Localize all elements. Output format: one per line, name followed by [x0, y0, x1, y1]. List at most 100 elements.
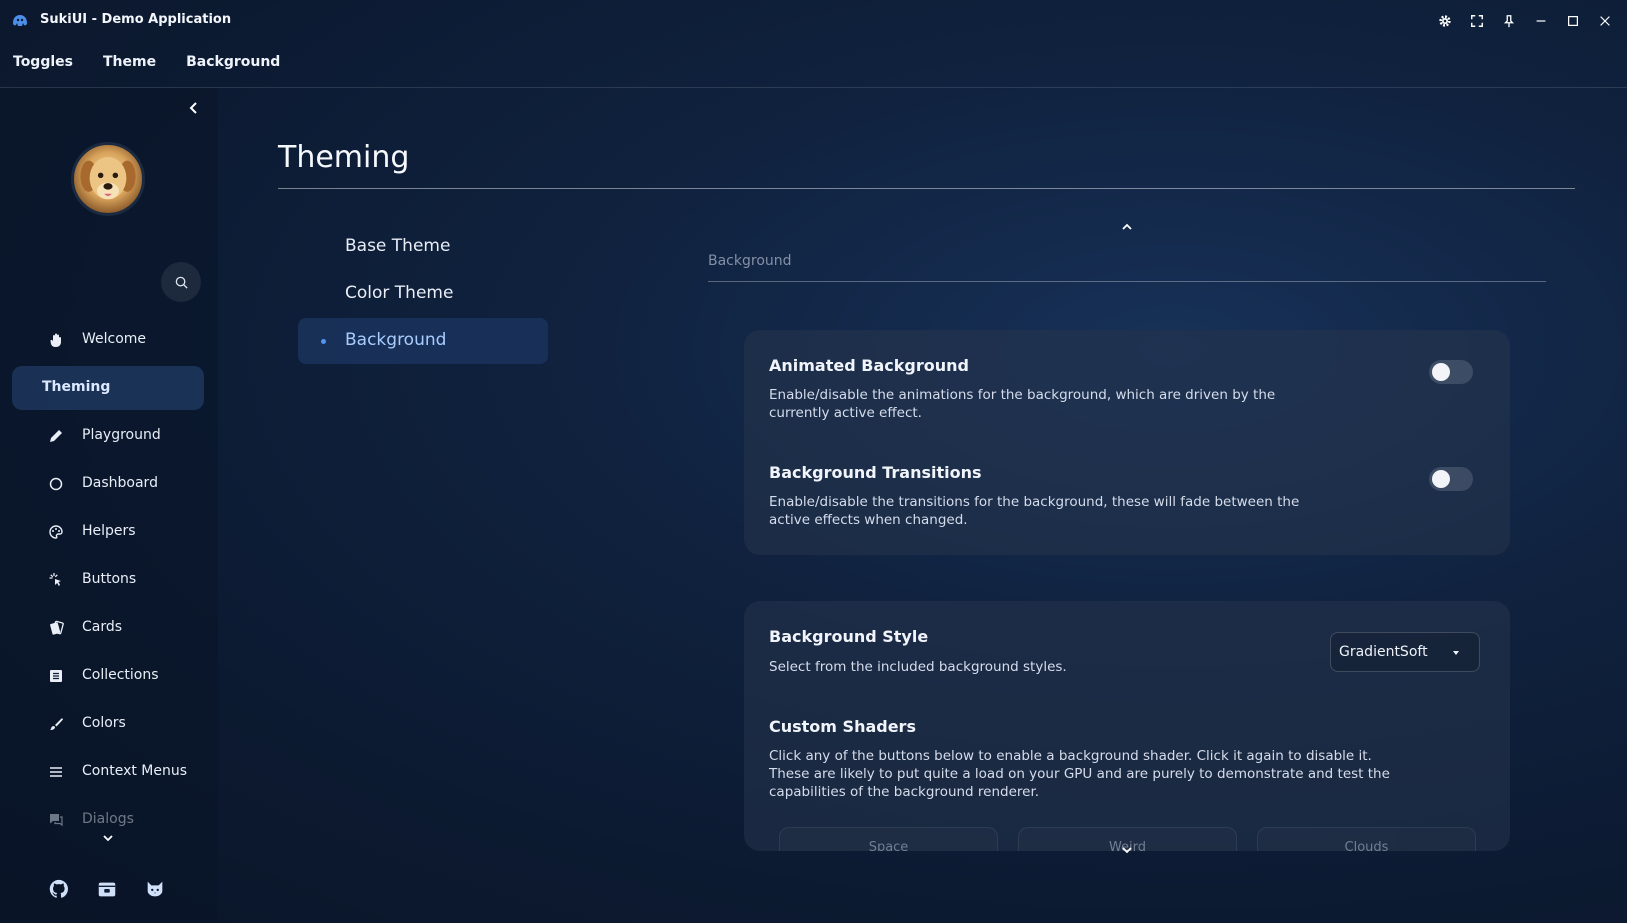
- menu-toggles[interactable]: Toggles: [0, 48, 88, 80]
- dog-avatar-icon: [80, 156, 136, 200]
- content-scroll-down-button[interactable]: [1119, 842, 1135, 858]
- window-title: SukiUI - Demo Application: [40, 12, 232, 27]
- title-divider: [278, 188, 1575, 189]
- sidebar-item-label: Context Menus: [82, 763, 188, 779]
- shader-space-button[interactable]: Space: [779, 827, 998, 851]
- pin-button[interactable]: [1493, 8, 1525, 34]
- sidebar-footer: [48, 878, 166, 900]
- shader-button-label: Clouds: [1344, 840, 1389, 851]
- sidebar: Welcome Theming Playground Dashboard Hel…: [0, 88, 218, 920]
- list-icon: [50, 670, 62, 682]
- sidebar-item-label: Collections: [82, 667, 159, 683]
- background-transitions-toggle[interactable]: [1429, 467, 1473, 491]
- brush-icon: [50, 718, 63, 730]
- close-icon: [1600, 16, 1610, 26]
- palette-icon: [49, 525, 63, 539]
- subnav-item-base-theme[interactable]: Base Theme: [298, 224, 548, 270]
- section-label: Background: [708, 253, 792, 269]
- subnav-item-label: Color Theme: [345, 283, 454, 303]
- chat-icon: [50, 814, 63, 827]
- sidebar-item-collections[interactable]: Collections: [12, 654, 204, 698]
- maximize-button[interactable]: [1557, 8, 1589, 34]
- settings-button[interactable]: [1429, 8, 1461, 34]
- sidebar-item-label: Buttons: [82, 571, 137, 587]
- sidebar-item-label: Welcome: [82, 331, 147, 347]
- shader-button-label: Space: [868, 840, 909, 851]
- background-style-title: Background Style: [769, 627, 929, 646]
- shader-clouds-button[interactable]: Clouds: [1257, 827, 1476, 851]
- sidebar-item-label: Playground: [82, 427, 161, 443]
- sidebar-item-helpers[interactable]: Helpers: [12, 510, 204, 554]
- sidebar-item-buttons[interactable]: Buttons: [12, 558, 204, 602]
- hand-icon: [50, 333, 61, 347]
- toggle-knob: [1432, 363, 1450, 381]
- circle-icon: [49, 477, 63, 491]
- window-controls: [1429, 8, 1621, 34]
- background-style-description: Select from the included background styl…: [769, 659, 1067, 675]
- sidebar-item-cards[interactable]: Cards: [12, 606, 204, 650]
- menu-background[interactable]: Background: [171, 48, 295, 80]
- sidebar-collapse-button[interactable]: [184, 98, 204, 118]
- toggle-knob: [1432, 470, 1450, 488]
- sidebar-item-label: Dialogs: [82, 811, 134, 827]
- content-scroll-up-button[interactable]: [1119, 219, 1135, 235]
- menu-icon: [50, 767, 62, 777]
- fullscreen-icon: [1471, 15, 1483, 27]
- background-transitions-title: Background Transitions: [769, 463, 982, 482]
- store-icon[interactable]: [96, 878, 118, 900]
- gear-icon: [1439, 15, 1451, 27]
- animated-background-description: Enable/disable the animations for the ba…: [769, 387, 1276, 421]
- sidebar-nav: Welcome Theming Playground Dashboard Hel…: [12, 318, 204, 846]
- section-divider: [708, 281, 1546, 282]
- click-icon: [49, 573, 61, 586]
- pin-icon: [1503, 15, 1515, 28]
- sidebar-item-welcome[interactable]: Welcome: [12, 318, 204, 362]
- chevron-up-icon: [1122, 223, 1132, 230]
- minimize-button[interactable]: [1525, 8, 1557, 34]
- custom-shaders-title: Custom Shaders: [769, 717, 916, 736]
- active-indicator-dot: [321, 339, 326, 344]
- background-style-select[interactable]: GradientSoft: [1330, 632, 1480, 672]
- search-icon: [175, 276, 188, 289]
- sidebar-item-dashboard[interactable]: Dashboard: [12, 462, 204, 506]
- chevron-left-icon: [189, 102, 197, 114]
- background-transitions-description: Enable/disable the transitions for the b…: [769, 494, 1300, 528]
- cards-icon: [50, 620, 64, 635]
- sidebar-item-label: Helpers: [82, 523, 136, 539]
- minimize-icon: [1536, 20, 1546, 22]
- sidebar-item-context-menus[interactable]: Context Menus: [12, 750, 204, 794]
- fullscreen-button[interactable]: [1461, 8, 1493, 34]
- animated-background-title: Animated Background: [769, 356, 969, 375]
- animated-background-toggle[interactable]: [1429, 360, 1473, 384]
- sidebar-item-label: Dashboard: [82, 475, 158, 491]
- search-button[interactable]: [161, 262, 201, 302]
- menu-theme[interactable]: Theme: [88, 48, 171, 80]
- background-effects-card: Animated Background Enable/disable the a…: [744, 330, 1510, 555]
- subnav-item-color-theme[interactable]: Color Theme: [298, 271, 548, 317]
- sidebar-scroll-down-button[interactable]: [100, 830, 116, 846]
- chevron-down-icon: [103, 835, 113, 842]
- custom-shaders-description: Click any of the buttons below to enable…: [769, 748, 1390, 800]
- menu-bar: Toggles Theme Background: [0, 48, 295, 80]
- avatar: [71, 142, 145, 216]
- background-style-value: GradientSoft: [1339, 644, 1428, 660]
- subnav-item-label: Base Theme: [345, 236, 451, 256]
- caret-down-icon: [1453, 651, 1459, 655]
- sidebar-item-colors[interactable]: Colors: [12, 702, 204, 746]
- sidebar-item-label: Theming: [42, 379, 111, 395]
- app-logo-icon: [13, 15, 27, 26]
- close-button[interactable]: [1589, 8, 1621, 34]
- background-style-card: Background Style Select from the include…: [744, 601, 1510, 851]
- pencil-icon: [50, 430, 62, 442]
- github-icon[interactable]: [48, 878, 70, 900]
- title-bar: SukiUI - Demo Application: [0, 0, 1627, 42]
- page-title: Theming: [278, 140, 410, 175]
- sidebar-item-label: Colors: [82, 715, 126, 731]
- sidebar-item-theming[interactable]: Theming: [12, 366, 204, 410]
- sidebar-item-playground[interactable]: Playground: [12, 414, 204, 458]
- chevron-down-icon: [1122, 847, 1132, 854]
- subnav-item-background[interactable]: Background: [298, 318, 548, 364]
- menu-divider: [0, 87, 1627, 88]
- cat-icon[interactable]: [144, 878, 166, 900]
- sidebar-item-label: Cards: [82, 619, 123, 635]
